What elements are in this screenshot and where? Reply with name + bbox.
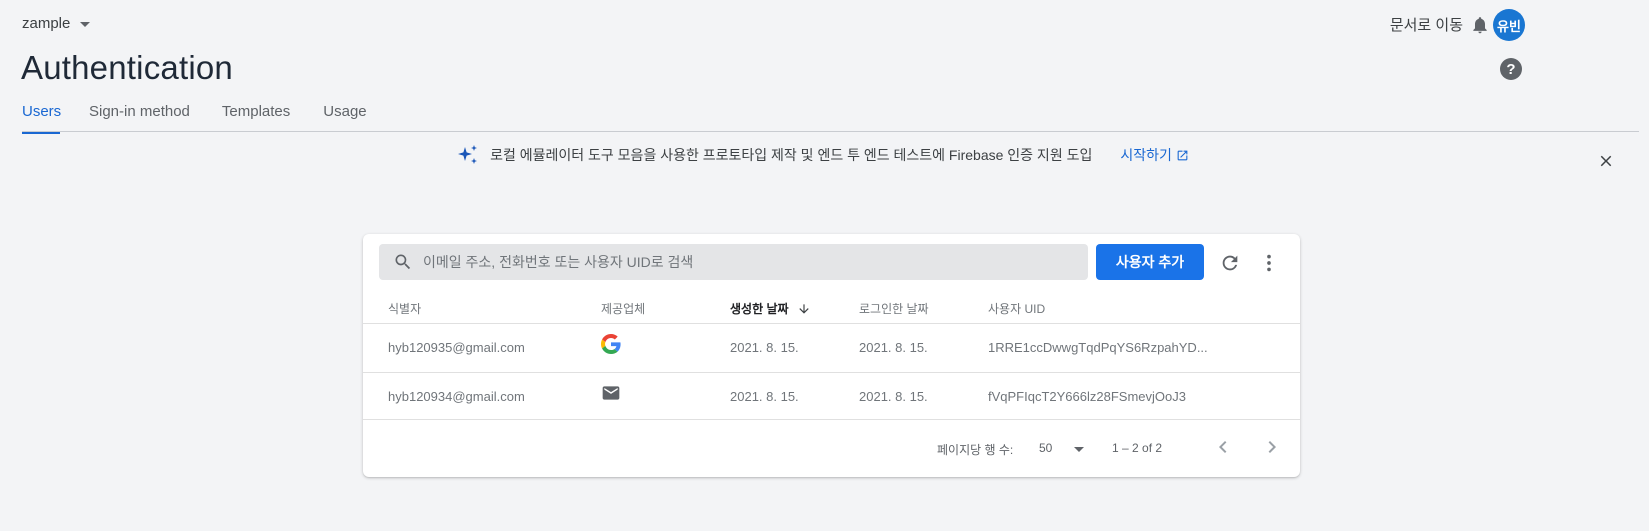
docs-link[interactable]: 문서로 이동 (1390, 14, 1463, 35)
rows-per-page-label: 페이지당 행 수: (937, 443, 1014, 457)
search-input[interactable] (423, 254, 1063, 270)
open-in-new-icon (1177, 150, 1188, 160)
created-date: 2021. 8. 15. (730, 340, 799, 355)
help-icon[interactable]: ? (1500, 58, 1522, 80)
column-header-identifier[interactable]: 식별자 (388, 300, 421, 317)
users-card: 사용자 추가 식별자 제공업체 생성한 날짜 로그인한 날짜 사용자 UID h… (363, 234, 1300, 477)
tabs-divider (22, 131, 1639, 132)
bell-icon[interactable] (1470, 14, 1490, 36)
signed-in-date: 2021. 8. 15. (859, 340, 928, 355)
close-icon[interactable] (1597, 152, 1615, 170)
column-header-uid[interactable]: 사용자 UID (988, 300, 1045, 317)
avatar[interactable]: 유빈 (1493, 9, 1525, 41)
column-header-signed-in[interactable]: 로그인한 날짜 (859, 300, 929, 317)
tab-users[interactable]: Users (22, 102, 61, 134)
get-started-link[interactable]: 시작하기 (1120, 145, 1189, 165)
project-selector[interactable]: zample (22, 15, 91, 32)
chevron-left-icon[interactable] (1211, 435, 1235, 459)
add-user-button[interactable]: 사용자 추가 (1096, 244, 1204, 280)
sparkle-icon (458, 145, 478, 164)
page-title: Authentication (21, 49, 233, 86)
user-identifier: hyb120935@gmail.com (388, 340, 525, 355)
table-row[interactable]: hyb120935@gmail.com 2021. 8. 15. 2021. 8… (363, 323, 1300, 372)
google-icon (601, 334, 621, 357)
pagination-bar: 페이지당 행 수: 50 1 – 2 of 2 (363, 420, 1300, 477)
user-identifier: hyb120934@gmail.com (388, 389, 525, 404)
column-header-provider[interactable]: 제공업체 (601, 300, 645, 317)
banner-text: 로컬 에뮬레이터 도구 모음을 사용한 프로토타입 제작 및 엔드 투 엔드 테… (490, 147, 1093, 163)
table-row[interactable]: hyb120934@gmail.com 2021. 8. 15. 2021. 8… (363, 372, 1300, 421)
caret-down-icon (1074, 446, 1085, 452)
more-vert-icon[interactable] (1258, 252, 1280, 274)
search-box[interactable] (379, 244, 1088, 280)
tab-usage[interactable]: Usage (323, 102, 366, 132)
rows-per-page-select[interactable]: 50 (1039, 441, 1085, 455)
chevron-right-icon[interactable] (1260, 435, 1284, 459)
tab-templates[interactable]: Templates (222, 102, 290, 132)
column-header-created[interactable]: 생성한 날짜 (730, 300, 811, 317)
tab-sign-in-method[interactable]: Sign-in method (89, 102, 190, 132)
arrow-down-icon (798, 303, 809, 314)
email-icon (601, 383, 621, 406)
tab-bar: Users Sign-in method Templates Usage (22, 102, 367, 134)
get-started-label: 시작하기 (1120, 147, 1172, 163)
caret-down-icon (80, 22, 91, 27)
user-uid: 1RRE1ccDwwgTqdPqYS6RzpahYD... (988, 340, 1208, 355)
rows-per-page-value: 50 (1039, 441, 1053, 455)
table-header: 식별자 제공업체 생성한 날짜 로그인한 날짜 사용자 UID (363, 292, 1300, 322)
pagination-range: 1 – 2 of 2 (1112, 441, 1163, 455)
signed-in-date: 2021. 8. 15. (859, 389, 928, 404)
created-date: 2021. 8. 15. (730, 389, 799, 404)
project-name: zample (22, 15, 71, 32)
column-header-created-label: 생성한 날짜 (730, 302, 789, 316)
emulator-banner: 로컬 에뮬레이터 도구 모음을 사용한 프로토타입 제작 및 엔드 투 엔드 테… (0, 141, 1649, 169)
refresh-icon[interactable] (1219, 252, 1241, 274)
user-uid: fVqPFIqcT2Y666lz28FSmevjOoJ3 (988, 389, 1186, 404)
search-icon (395, 254, 411, 270)
